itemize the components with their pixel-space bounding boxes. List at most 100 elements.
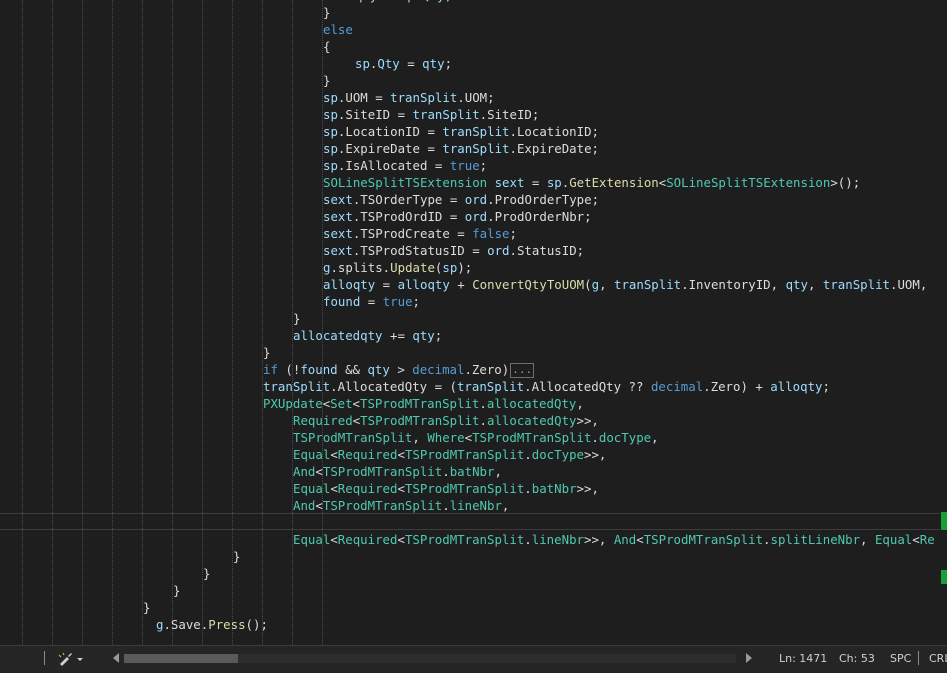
code-line[interactable]: } (233, 548, 240, 565)
status-separator (918, 651, 919, 665)
horizontal-scrollbar-thumb[interactable] (124, 654, 238, 663)
code-token: Update (390, 260, 435, 275)
code-line[interactable]: sp.LocationID = tranSplit.LocationID; (323, 123, 599, 140)
code-line[interactable]: { (323, 38, 330, 55)
code-line[interactable]: qty = sp.Qty; (355, 0, 452, 4)
code-token: < (352, 396, 361, 411)
scroll-left-arrow-icon[interactable] (113, 653, 119, 663)
line-ending-indicator[interactable]: CRL (929, 652, 947, 666)
code-line[interactable]: sp.ExpireDate = tranSplit.ExpireDate; (323, 140, 599, 157)
code-line[interactable]: Equal<Required<TSProdMTranSplit.docType>… (293, 446, 606, 463)
code-token: qty (367, 362, 390, 377)
code-line[interactable]: sp.UOM = tranSplit.UOM; (323, 89, 495, 106)
code-token: } (293, 311, 301, 326)
code-token: lineNbr (449, 498, 502, 513)
code-token: ); (457, 260, 473, 275)
code-token: alloqty (397, 277, 450, 292)
code-token: .IsAllocated = (337, 158, 450, 173)
code-token: alloqty (770, 379, 823, 394)
code-token: .SiteID = (337, 107, 413, 122)
code-token: .StatusID; (509, 243, 585, 258)
code-line[interactable]: allocatedqty += qty; (293, 327, 442, 344)
code-token: docType (598, 430, 652, 445)
code-line[interactable]: } (173, 582, 180, 599)
code-token: , (501, 498, 510, 513)
code-line[interactable]: sp.SiteID = tranSplit.SiteID; (323, 106, 539, 123)
whitespace-indicator[interactable]: SPC (890, 652, 911, 666)
code-token: .ExpireDate = (337, 141, 443, 156)
code-token: , (599, 277, 614, 292)
code-token: .TSProdStatusID = (352, 243, 488, 258)
code-token: decimal (650, 379, 704, 394)
code-token: Equal (293, 447, 331, 462)
code-line[interactable]: if (!found && qty > decimal.Zero)... (263, 361, 535, 378)
code-token: docType (531, 447, 584, 462)
column-indicator[interactable]: Ch: 53 (839, 652, 875, 666)
code-line[interactable]: sp.IsAllocated = true; (323, 157, 487, 174)
code-token: .InventoryID, (681, 277, 786, 292)
code-line[interactable]: } (323, 72, 330, 89)
code-token: qty (355, 0, 377, 3)
code-line[interactable]: else (323, 21, 353, 38)
code-token: qty (412, 328, 435, 343)
code-line[interactable]: PXUpdate<Set<TSProdMTranSplit.allocatedQ… (263, 395, 584, 412)
code-line[interactable]: } (263, 344, 270, 361)
code-line[interactable]: } (203, 565, 210, 582)
code-token: TSProdMTranSplit (360, 396, 480, 411)
code-token: . (479, 396, 487, 411)
code-line[interactable]: sp.Qty = qty; (355, 55, 452, 72)
code-line[interactable]: SOLineSplitTSExtension sext = sp.GetExte… (323, 174, 860, 191)
code-token: = (377, 0, 399, 3)
code-token: < (397, 481, 405, 496)
code-token: < (330, 532, 338, 547)
code-token: And (613, 532, 637, 547)
code-line[interactable]: g.Save.Press(); (156, 616, 268, 633)
code-line[interactable]: And<TSProdMTranSplit.lineNbr, (293, 497, 509, 514)
code-token: Equal (293, 481, 331, 496)
code-token: + (449, 277, 473, 292)
code-token: += (382, 328, 413, 343)
code-line[interactable]: And<TSProdMTranSplit.batNbr, (293, 463, 502, 480)
code-token: .Zero) (464, 362, 510, 377)
code-line[interactable]: alloqty = alloqty + ConvertQtyToUOM(g, t… (323, 276, 927, 293)
code-editor[interactable]: qty = sp.Qty;}else{sp.Qty = qty;}sp.UOM … (0, 0, 947, 645)
code-line[interactable]: g.splits.Update(sp); (323, 259, 472, 276)
code-line[interactable]: } (323, 4, 330, 21)
code-token: } (173, 583, 181, 598)
code-token: Required (337, 481, 398, 496)
code-token: ; (444, 56, 453, 71)
code-line[interactable]: TSProdMTranSplit, Where<TSProdMTranSplit… (293, 429, 659, 446)
code-line[interactable]: } (143, 599, 150, 616)
code-cleanup-button[interactable] (58, 652, 86, 666)
code-token: tranSplit (263, 379, 331, 394)
code-token: found (323, 294, 361, 309)
code-line[interactable]: sext.TSProdStatusID = ord.StatusID; (323, 242, 584, 259)
code-line[interactable]: Equal<Required<TSProdMTranSplit.lineNbr>… (293, 531, 935, 548)
code-token: TSProdMTranSplit (404, 447, 525, 462)
code-token: Set (330, 396, 353, 411)
code-line[interactable]: Equal<Required<TSProdMTranSplit.batNbr>>… (293, 480, 599, 497)
scroll-right-arrow-icon[interactable] (746, 653, 752, 663)
code-line[interactable]: sext.TSProdOrdID = ord.ProdOrderNbr; (323, 208, 592, 225)
code-line[interactable]: sext.TSOrderType = ord.ProdOrderType; (323, 191, 599, 208)
code-token: . (442, 464, 450, 479)
code-line[interactable]: sext.TSProdCreate = false; (323, 225, 517, 242)
code-token: < (315, 464, 323, 479)
collapsed-region-button[interactable]: ... (510, 363, 535, 378)
code-line[interactable]: } (293, 310, 300, 327)
code-token: Required (293, 413, 353, 428)
code-line[interactable]: Required<TSProdMTranSplit.allocatedQty>>… (293, 412, 599, 429)
code-line[interactable]: found = true; (323, 293, 420, 310)
code-token: TSProdMTranSplit (360, 413, 480, 428)
code-token: SOLineSplitTSExtension (666, 175, 831, 190)
code-token: ord (464, 192, 488, 207)
code-token: } (263, 345, 271, 360)
code-line[interactable]: tranSplit.AllocatedQty = (tranSplit.Allo… (263, 378, 830, 395)
code-token: = (524, 175, 547, 190)
code-token: .Zero) + (703, 379, 771, 394)
code-token: SOLineSplitTSExtension (323, 175, 488, 190)
line-number-indicator[interactable]: Ln: 1471 (779, 652, 827, 666)
code-token: ord (487, 243, 510, 258)
code-token: alloqty (323, 277, 376, 292)
